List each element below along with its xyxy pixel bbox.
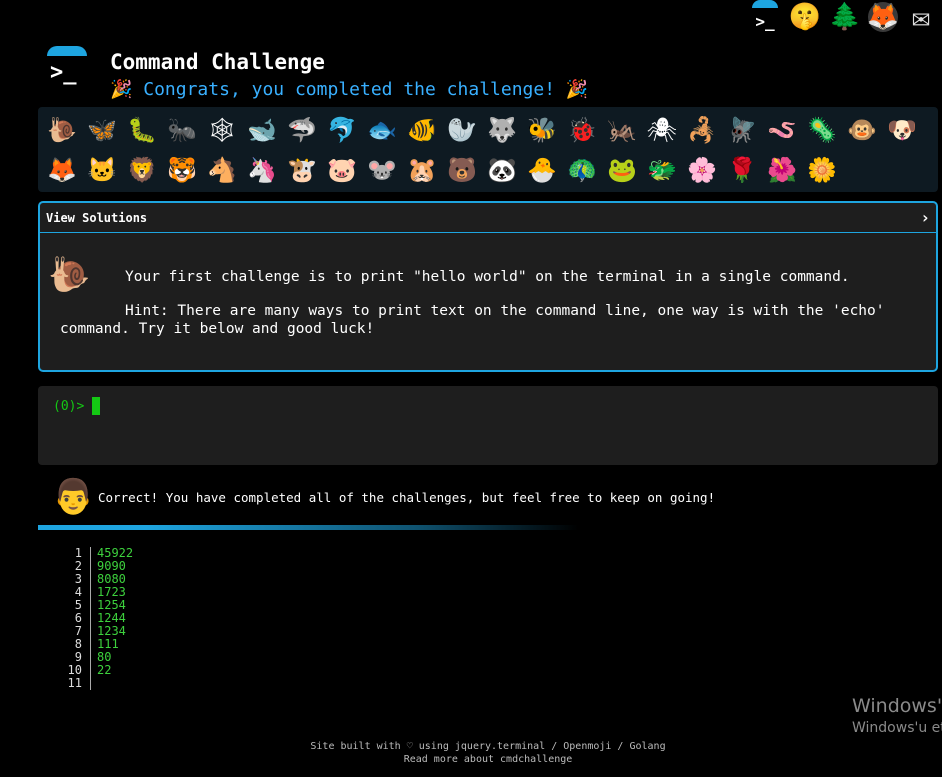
challenge-emoji-icon[interactable]: 🐵 bbox=[842, 110, 882, 150]
challenge-emoji-icon[interactable]: 🐬 bbox=[322, 110, 362, 150]
footer: Site built with ♡ using jquery.terminal … bbox=[0, 740, 942, 766]
challenge-emoji-icon[interactable]: 🦠 bbox=[802, 110, 842, 150]
challenge-emoji-icon[interactable]: 🌹 bbox=[722, 150, 762, 190]
solutions-panel: View Solutions › 🐌 Your first challenge … bbox=[38, 201, 938, 372]
challenge-emoji-icon[interactable]: 🐺 bbox=[482, 110, 522, 150]
line-value: 22 bbox=[97, 663, 112, 677]
list-item: 11 bbox=[60, 677, 133, 690]
challenge-emoji-icon[interactable]: 🐝 bbox=[522, 110, 562, 150]
challenge-emoji-icon[interactable]: 🦚 bbox=[562, 150, 602, 190]
challenge-emoji-icon[interactable]: 🦗 bbox=[602, 110, 642, 150]
challenge-emoji-icon[interactable]: 🐶 bbox=[882, 110, 922, 150]
challenge-emoji-icon[interactable]: 🌸 bbox=[682, 150, 722, 190]
top-icon-bar: >_ 🤫 🌲 🦊 ✉ bbox=[744, 0, 942, 35]
challenge-emoji-icon[interactable]: 🪱 bbox=[762, 110, 802, 150]
challenge-emoji-icon[interactable]: 🪰 bbox=[722, 110, 762, 150]
challenge-emoji-icon[interactable]: 🐹 bbox=[402, 150, 442, 190]
success-banner: 👨 Correct! You have completed all of the… bbox=[52, 477, 715, 517]
challenge-text: Your first challenge is to print "hello … bbox=[125, 269, 850, 285]
page-title: Command Challenge bbox=[110, 50, 325, 74]
challenge-emoji-icon[interactable]: 🐜 bbox=[162, 110, 202, 150]
challenge-emoji-strip: 🐌 🦋 🐛 🐜 🕸 🐋 🦈 🐬 🐟 🐠 🦭 🐺 🐝 🐞 🦗 🕷 🦂 🪰 🪱 🦠 🐵 🐶 🦊 🐱 🦁 🐯 🐴 🦄 🐮 🐷 🐭 🐹 🐻 🐼 🐣 🦚 🐸 🐲 🌸 🌹… bbox=[38, 107, 938, 192]
terminal-prompt: (0)> bbox=[53, 398, 85, 414]
challenge-emoji-icon[interactable]: 🦄 bbox=[242, 150, 282, 190]
output-listing: 1 45922 2 9090 3 8080 4 1723 5 1254 6 1244 7 1234 8 111… bbox=[60, 547, 133, 690]
windows-watermark-subtitle: Windows'u et bbox=[852, 720, 942, 736]
chevron-right-icon[interactable]: › bbox=[920, 208, 930, 227]
line-value bbox=[91, 677, 97, 690]
challenge-emoji-icon[interactable]: 🐣 bbox=[522, 150, 562, 190]
challenge-emoji-icon[interactable]: 🐷 bbox=[322, 150, 362, 190]
footer-credits[interactable]: Site built with ♡ using jquery.terminal … bbox=[0, 740, 942, 753]
tree-icon[interactable]: 🌲 bbox=[828, 0, 862, 34]
line-number: 11 bbox=[60, 677, 91, 690]
challenge-emoji-icon[interactable]: 🐛 bbox=[122, 110, 162, 150]
success-message: Correct! You have completed all of the c… bbox=[98, 489, 716, 505]
mail-icon[interactable]: ✉ bbox=[904, 0, 938, 35]
congrats-message: 🎉 Congrats, you completed the challenge!… bbox=[110, 79, 589, 100]
site-logo-icon: >_ bbox=[46, 46, 88, 88]
challenge-emoji-icon[interactable]: 🐟 bbox=[362, 110, 402, 150]
progress-bar bbox=[38, 525, 578, 530]
challenge-emoji-icon[interactable]: 🕷 bbox=[642, 110, 682, 150]
person-avatar-icon: 👨 bbox=[52, 477, 95, 517]
challenge-emoji-icon[interactable]: 🐴 bbox=[202, 150, 242, 190]
challenge-emoji-icon[interactable]: 🐻 bbox=[442, 150, 482, 190]
terminal-logo-icon[interactable]: >_ bbox=[748, 0, 782, 34]
challenge-emoji-icon[interactable]: 🦊 bbox=[42, 150, 82, 190]
challenge-emoji-icon[interactable]: 🐸 bbox=[602, 150, 642, 190]
challenge-emoji-icon[interactable]: 🐮 bbox=[282, 150, 322, 190]
gitlab-icon[interactable]: 🦊 bbox=[867, 2, 899, 32]
challenge-emoji-icon[interactable]: 🦈 bbox=[282, 110, 322, 150]
windows-watermark-title: Windows'u bbox=[852, 695, 942, 717]
challenge-emoji-icon[interactable]: 🐱 bbox=[82, 150, 122, 190]
challenge-emoji-icon[interactable]: 🦂 bbox=[682, 110, 722, 150]
terminal[interactable]: (0)> bbox=[38, 386, 938, 465]
challenge-emoji-icon[interactable]: 🦭 bbox=[442, 110, 482, 150]
challenge-emoji-icon[interactable]: 🦋 bbox=[82, 110, 122, 150]
challenge-emoji-icon[interactable]: 🐋 bbox=[242, 110, 282, 150]
challenge-emoji-icon[interactable]: 🕸 bbox=[202, 110, 242, 150]
footer-read-more-link[interactable]: Read more about cmdchallenge bbox=[0, 753, 942, 766]
challenge-emoji-icon[interactable]: 🦁 bbox=[122, 150, 162, 190]
view-solutions-label: View Solutions bbox=[46, 210, 148, 225]
challenge-emoji-icon[interactable]: 🐭 bbox=[362, 150, 402, 190]
challenge-emoji-icon[interactable]: 🐲 bbox=[642, 150, 682, 190]
challenge-emoji-icon[interactable]: 🐠 bbox=[402, 110, 442, 150]
terminal-cursor bbox=[92, 397, 101, 415]
shushing-face-icon[interactable]: 🤫 bbox=[788, 0, 822, 34]
challenge-emoji-icon[interactable]: 🐼 bbox=[482, 150, 522, 190]
challenge-emoji-icon[interactable]: 🐌 bbox=[42, 110, 82, 150]
view-solutions-toggle[interactable]: View Solutions › bbox=[40, 203, 936, 233]
challenge-emoji-icon[interactable]: 🌼 bbox=[802, 150, 842, 190]
terminal-prompt-line[interactable]: (0)> bbox=[53, 397, 101, 415]
challenge-emoji-icon[interactable]: 🐞 bbox=[562, 110, 602, 150]
snail-icon: 🐌 bbox=[48, 255, 91, 295]
challenge-emoji-icon[interactable]: 🐯 bbox=[162, 150, 202, 190]
challenge-emoji-icon[interactable]: 🌺 bbox=[762, 150, 802, 190]
hint-text: Hint: There are many ways to print text … bbox=[60, 303, 885, 337]
